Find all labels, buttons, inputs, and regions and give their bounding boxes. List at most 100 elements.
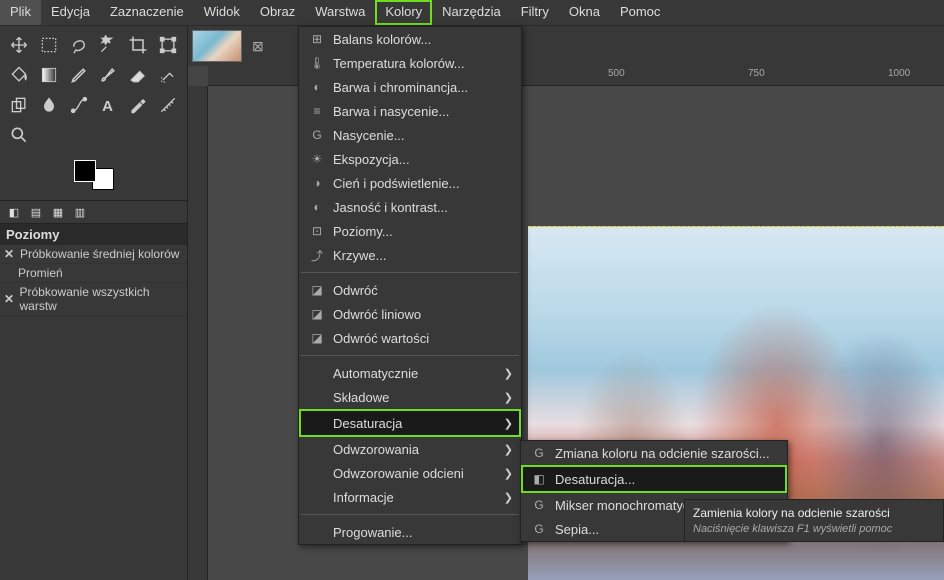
menu-item-balans-kolorów[interactable]: ⊞Balans kolorów... (299, 27, 521, 51)
menu-label: Odwróć wartości (327, 331, 513, 346)
expand-icon[interactable]: ✕ (4, 292, 16, 306)
submenu-item-desaturacja[interactable]: ◧Desaturacja... (521, 465, 787, 493)
menu-item-automatycznie[interactable]: Automatycznie❯ (299, 361, 521, 385)
path-tool[interactable] (64, 90, 94, 120)
menu-icon: G (529, 498, 549, 512)
menu-item-nasycenie[interactable]: GNasycenie... (299, 123, 521, 147)
menu-item-ekspozycja[interactable]: ☀Ekspozycja... (299, 147, 521, 171)
menu-widok[interactable]: Widok (194, 0, 250, 25)
tool-options-tab[interactable]: ◧ (4, 203, 24, 221)
crop-tool[interactable] (123, 30, 153, 60)
menu-kolory[interactable]: Kolory (375, 0, 432, 25)
submenu-arrow-icon: ❯ (504, 391, 513, 404)
menu-narzędzia[interactable]: Narzędzia (432, 0, 511, 25)
menu-item-temperatura-kolorów[interactable]: 🌡Temperatura kolorów... (299, 51, 521, 75)
bucket-fill-tool[interactable] (4, 60, 34, 90)
measure-tool[interactable] (153, 90, 183, 120)
menu-filtry[interactable]: Filtry (511, 0, 559, 25)
images-tab[interactable]: ▦ (48, 203, 68, 221)
text-tool[interactable]: A (93, 90, 123, 120)
menu-zaznaczenie[interactable]: Zaznaczenie (100, 0, 194, 25)
expand-icon[interactable]: ✕ (4, 247, 16, 261)
menu-label: Odwróć liniowo (327, 307, 513, 322)
menu-label: Jasność i kontrast... (327, 200, 513, 215)
dock-tabs: ◧ ▤ ▦ ▥ (0, 200, 187, 224)
menu-icon: G (529, 522, 549, 536)
menu-item-odwróć[interactable]: ◪Odwróć (299, 278, 521, 302)
submenu-item-zmiana-koloru-na-odcienie-szarości[interactable]: GZmiana koloru na odcienie szarości... (521, 441, 787, 465)
menu-item-odwzorowania[interactable]: Odwzorowania❯ (299, 437, 521, 461)
menu-label: Desaturacja (327, 416, 504, 431)
rect-select-tool[interactable] (34, 30, 64, 60)
clone-tool[interactable] (4, 90, 34, 120)
submenu-arrow-icon: ❯ (504, 443, 513, 456)
smudge-tool[interactable] (34, 90, 64, 120)
menu-label: Odwróć (327, 283, 513, 298)
menu-obraz[interactable]: Obraz (250, 0, 305, 25)
eraser-tool[interactable] (123, 60, 153, 90)
menubar: PlikEdycjaZaznaczenieWidokObrazWarstwaKo… (0, 0, 944, 26)
panel-title: Poziomy (0, 224, 187, 245)
menu-label: Odwzorowania (327, 442, 504, 457)
tooltip-hint: Naciśnięcie klawisza F1 wyświetli pomoc (693, 523, 935, 535)
fg-color-swatch[interactable] (74, 160, 96, 182)
menu-pomoc[interactable]: Pomoc (610, 0, 670, 25)
move-tool[interactable] (4, 30, 34, 60)
menu-item-poziomy[interactable]: ⊡Poziomy... (299, 219, 521, 243)
tooltip: Zamienia kolory na odcienie szarości Nac… (684, 499, 944, 542)
menu-label: Cień i podświetlenie... (327, 176, 513, 191)
menu-item-jasność-i-kontrast[interactable]: ◐Jasność i kontrast... (299, 195, 521, 219)
ruler-tick: 500 (608, 68, 625, 79)
close-image-button[interactable]: ⊠ (246, 38, 270, 55)
submenu-arrow-icon: ❯ (504, 367, 513, 380)
toolbox: A (0, 26, 187, 154)
zoom-tool[interactable] (4, 120, 34, 150)
transform-tool[interactable] (153, 30, 183, 60)
submenu-arrow-icon: ❯ (504, 491, 513, 504)
menu-item-krzywe[interactable]: ⤴Krzywe... (299, 243, 521, 267)
menu-label: Składowe (327, 390, 504, 405)
menu-item-informacje[interactable]: Informacje❯ (299, 485, 521, 509)
menu-label: Zmiana koloru na odcienie szarości... (549, 446, 779, 461)
image-thumbnail[interactable] (192, 30, 242, 62)
menu-icon: G (307, 128, 327, 142)
menu-icon: ⤴ (307, 247, 327, 264)
menu-item-odwzorowanie-odcieni[interactable]: Odwzorowanie odcieni❯ (299, 461, 521, 485)
menu-label: Informacje (327, 490, 504, 505)
option-radius[interactable]: Promień (0, 264, 187, 283)
color-swatches[interactable] (74, 160, 114, 190)
menu-item-barwa-i-nasycenie[interactable]: ≡Barwa i nasycenie... (299, 99, 521, 123)
ruler-tick: 750 (748, 68, 765, 79)
paintbrush-tool[interactable] (93, 60, 123, 90)
option-sample-average[interactable]: ✕ Próbkowanie średniej kolorów (0, 245, 187, 264)
menu-item-odwróć-wartości[interactable]: ◪Odwróć wartości (299, 326, 521, 350)
menu-label: Barwa i nasycenie... (327, 104, 513, 119)
free-select-tool[interactable] (64, 30, 94, 60)
fuzzy-select-tool[interactable] (93, 30, 123, 60)
airbrush-tool[interactable] (153, 60, 183, 90)
menu-okna[interactable]: Okna (559, 0, 610, 25)
gradient-tool[interactable] (34, 60, 64, 90)
undo-history-tab[interactable]: ▥ (70, 203, 90, 221)
menu-item-progowanie[interactable]: Progowanie... (299, 520, 521, 544)
menu-label: Desaturacja... (549, 472, 779, 487)
menu-item-barwa-i-chrominancja[interactable]: ◐Barwa i chrominancja... (299, 75, 521, 99)
device-status-tab[interactable]: ▤ (26, 203, 46, 221)
menu-label: Barwa i chrominancja... (327, 80, 513, 95)
submenu-arrow-icon: ❯ (504, 417, 513, 430)
menu-edycja[interactable]: Edycja (41, 0, 100, 25)
menu-label: Odwzorowanie odcieni (327, 466, 504, 481)
menu-item-desaturacja[interactable]: Desaturacja❯ (299, 409, 521, 437)
menu-label: Progowanie... (327, 525, 513, 540)
pencil-tool[interactable] (64, 60, 94, 90)
color-picker-tool[interactable] (123, 90, 153, 120)
menu-warstwa[interactable]: Warstwa (305, 0, 375, 25)
menu-icon: G (529, 446, 549, 460)
menu-item-składowe[interactable]: Składowe❯ (299, 385, 521, 409)
menu-plik[interactable]: Plik (0, 0, 41, 25)
menu-label: Balans kolorów... (327, 32, 513, 47)
menu-item-odwróć-liniowo[interactable]: ◪Odwróć liniowo (299, 302, 521, 326)
menu-item-cień-i-podświetlenie[interactable]: ◑Cień i podświetlenie... (299, 171, 521, 195)
menu-label: Automatycznie (327, 366, 504, 381)
option-sample-all-layers[interactable]: ✕ Próbkowanie wszystkich warstw (0, 283, 187, 316)
